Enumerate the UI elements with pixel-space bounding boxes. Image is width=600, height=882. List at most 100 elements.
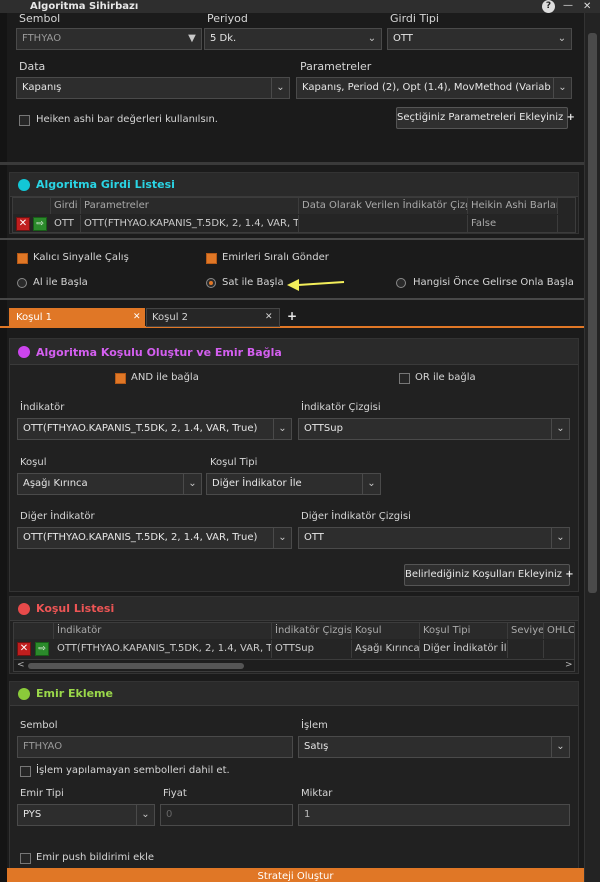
col-header-empty bbox=[14, 623, 54, 639]
chevron-down-icon: ⌄ bbox=[551, 737, 569, 757]
sat-ile-basla-label: Sat ile Başla bbox=[222, 277, 284, 288]
kosul-tipi-label: Koşul Tipi bbox=[210, 457, 258, 468]
chevron-down-icon: ⌄ bbox=[273, 419, 291, 439]
chevron-down-icon: ⌄ bbox=[553, 78, 571, 98]
col-header-heikin: Heikin Ashi Barlar bbox=[468, 198, 558, 214]
kosul-table: İndikatör İndikatör Çizgisi Koşul Koşul … bbox=[13, 622, 575, 672]
minimize-icon[interactable]: — bbox=[563, 0, 573, 12]
girdi-tipi-label: Girdi Tipi bbox=[390, 12, 439, 25]
delete-icon[interactable]: ✕ bbox=[16, 217, 30, 231]
fiyat-input[interactable]: 0 bbox=[160, 804, 293, 826]
divider bbox=[0, 238, 584, 240]
yapilamayan-label: İşlem yapılamayan sembolleri dahil et. bbox=[36, 765, 230, 776]
close-icon[interactable]: ✕ bbox=[583, 0, 591, 13]
col-header-ohlc: OHLC bbox=[544, 623, 574, 639]
add-kosul-button[interactable]: Belirlediğiniz Koşulları Ekleyiniz + bbox=[404, 564, 574, 586]
periyod-select[interactable]: 5 Dk. ⌄ bbox=[204, 28, 382, 50]
chevron-down-icon: ⌄ bbox=[183, 474, 201, 494]
chevron-down-icon: ⌄ bbox=[136, 805, 154, 825]
emir-sembol-input[interactable]: FTHYAO bbox=[17, 736, 293, 758]
chevron-down-icon: ⌄ bbox=[551, 419, 569, 439]
hangisi-once-label: Hangisi Önce Gelirse Onla Başla bbox=[413, 277, 574, 288]
heiken-ashi-checkbox[interactable] bbox=[19, 115, 30, 126]
tab-close-icon[interactable]: ✕ bbox=[265, 312, 273, 322]
parametreler-select[interactable]: Kapanış, Period (2), Opt (1.4), MovMetho… bbox=[296, 77, 572, 99]
tab-label: Koşul 2 bbox=[152, 312, 189, 323]
diger-indikator-label: Diğer İndikatör bbox=[20, 511, 95, 522]
yapilamayan-checkbox[interactable] bbox=[20, 766, 31, 777]
col-header-kosul: Koşul bbox=[352, 623, 420, 639]
panel-header: Koşul Listesi bbox=[10, 597, 578, 621]
col-header-parametreler: Parametreler bbox=[81, 198, 299, 214]
kosul-select[interactable]: Aşağı Kırınca ⌄ bbox=[17, 473, 202, 495]
girdi-listesi-title: Algoritma Girdi Listesi bbox=[36, 178, 175, 191]
islem-label: İşlem bbox=[301, 720, 328, 731]
girdi-listesi-panel: Algoritma Girdi Listesi Girdi Parametrel… bbox=[9, 172, 579, 234]
miktar-input[interactable]: 1 bbox=[298, 804, 570, 826]
sembol-input[interactable]: FTHYAO ▼ bbox=[16, 28, 202, 50]
tab-close-icon[interactable]: ✕ bbox=[133, 312, 141, 322]
or-checkbox[interactable] bbox=[399, 373, 410, 384]
delete-icon[interactable]: ✕ bbox=[17, 642, 31, 656]
kosul-tipi-select[interactable]: Diğer İndikator İle ⌄ bbox=[206, 473, 381, 495]
chevron-down-icon: ⌄ bbox=[271, 78, 289, 98]
col-header-cizgi: Data Olarak Verilen İndikatör Çizgisi bbox=[299, 198, 468, 214]
scroll-right-icon[interactable]: > bbox=[565, 660, 573, 670]
divider bbox=[0, 298, 584, 300]
red-dot-icon bbox=[18, 603, 30, 615]
window-scrollbar-thumb[interactable] bbox=[588, 33, 597, 593]
girdi-tipi-select[interactable]: OTT ⌄ bbox=[387, 28, 572, 50]
kosul-listesi-panel: Koşul Listesi İndikatör İndikatör Çizgis… bbox=[9, 596, 579, 674]
window-scrollbar[interactable] bbox=[584, 13, 600, 882]
tab-kosul-2[interactable]: Koşul 2 ✕ bbox=[146, 308, 280, 327]
al-ile-basla-label: Al ile Başla bbox=[33, 277, 88, 288]
periyod-label: Periyod bbox=[207, 12, 248, 25]
indikator-select[interactable]: OTT(FTHYAO.KAPANIS_T.5DK, 2, 1.4, VAR, T… bbox=[17, 418, 292, 440]
kosul-title: Algoritma Koşulu Oluştur ve Emir Bağla bbox=[36, 346, 282, 359]
and-label: AND ile bağla bbox=[131, 372, 199, 383]
sat-ile-basla-radio[interactable] bbox=[206, 278, 216, 288]
left-edge-strip bbox=[0, 13, 7, 882]
col-header-cizgi: İndikatör Çizgisi bbox=[272, 623, 352, 639]
panel-header: Emir Ekleme bbox=[10, 682, 578, 706]
islem-select[interactable]: Satış ⌄ bbox=[298, 736, 570, 758]
push-checkbox[interactable] bbox=[20, 853, 31, 864]
strateji-olustur-button[interactable]: Strateji Oluştur bbox=[7, 868, 584, 882]
parametreler-label: Parametreler bbox=[300, 60, 372, 73]
diger-cizgi-select[interactable]: OTT ⌄ bbox=[298, 527, 570, 549]
plus-icon: + bbox=[565, 569, 574, 580]
add-tab-icon[interactable]: + bbox=[287, 309, 297, 323]
data-select[interactable]: Kapanış ⌄ bbox=[16, 77, 290, 99]
tab-kosul-1[interactable]: Koşul 1 ✕ bbox=[9, 308, 145, 328]
kosul-panel: Algoritma Koşulu Oluştur ve Emir Bağla bbox=[9, 338, 579, 592]
data-label: Data bbox=[19, 60, 46, 73]
panel-header: Algoritma Girdi Listesi bbox=[10, 173, 578, 197]
emirleri-sirali-checkbox[interactable] bbox=[206, 253, 217, 264]
col-header-girdi: Girdi bbox=[51, 198, 81, 214]
emir-tipi-select[interactable]: PYS ⌄ bbox=[17, 804, 155, 826]
girdi-table: Girdi Parametreler Data Olarak Verilen İ… bbox=[12, 197, 576, 233]
edit-icon[interactable]: ⇨ bbox=[35, 642, 49, 656]
and-checkbox[interactable] bbox=[115, 373, 126, 384]
al-ile-basla-radio[interactable] bbox=[17, 278, 27, 288]
heiken-ashi-label: Heiken ashi bar değerleri kullanılsın. bbox=[36, 114, 218, 125]
horizontal-scrollbar-thumb[interactable] bbox=[28, 663, 244, 669]
cell-seviye bbox=[508, 640, 544, 658]
chevron-down-icon: ▼ bbox=[188, 33, 196, 44]
hangisi-once-radio[interactable] bbox=[396, 278, 406, 288]
col-header-kosul-tipi: Koşul Tipi bbox=[420, 623, 508, 639]
indikator-cizgisi-select[interactable]: OTTSup ⌄ bbox=[298, 418, 570, 440]
green-dot-icon bbox=[18, 688, 30, 700]
chevron-down-icon: ⌄ bbox=[551, 528, 569, 548]
horizontal-scrollbar[interactable]: < > bbox=[14, 659, 574, 671]
panel-header: Algoritma Koşulu Oluştur ve Emir Bağla bbox=[10, 339, 578, 365]
add-params-button[interactable]: Seçtiğiniz Parametreleri Ekleyiniz + bbox=[396, 107, 575, 129]
diger-indikator-select[interactable]: OTT(FTHYAO.KAPANIS_T.5DK, 2, 1.4, VAR, T… bbox=[17, 527, 292, 549]
cyan-dot-icon bbox=[18, 179, 30, 191]
scroll-left-icon[interactable]: < bbox=[17, 660, 25, 670]
magenta-dot-icon bbox=[18, 346, 30, 358]
edit-icon[interactable]: ⇨ bbox=[33, 217, 47, 231]
kalici-sinyal-checkbox[interactable] bbox=[17, 253, 28, 264]
help-icon[interactable]: ? bbox=[542, 0, 555, 13]
emir-title: Emir Ekleme bbox=[36, 687, 113, 700]
